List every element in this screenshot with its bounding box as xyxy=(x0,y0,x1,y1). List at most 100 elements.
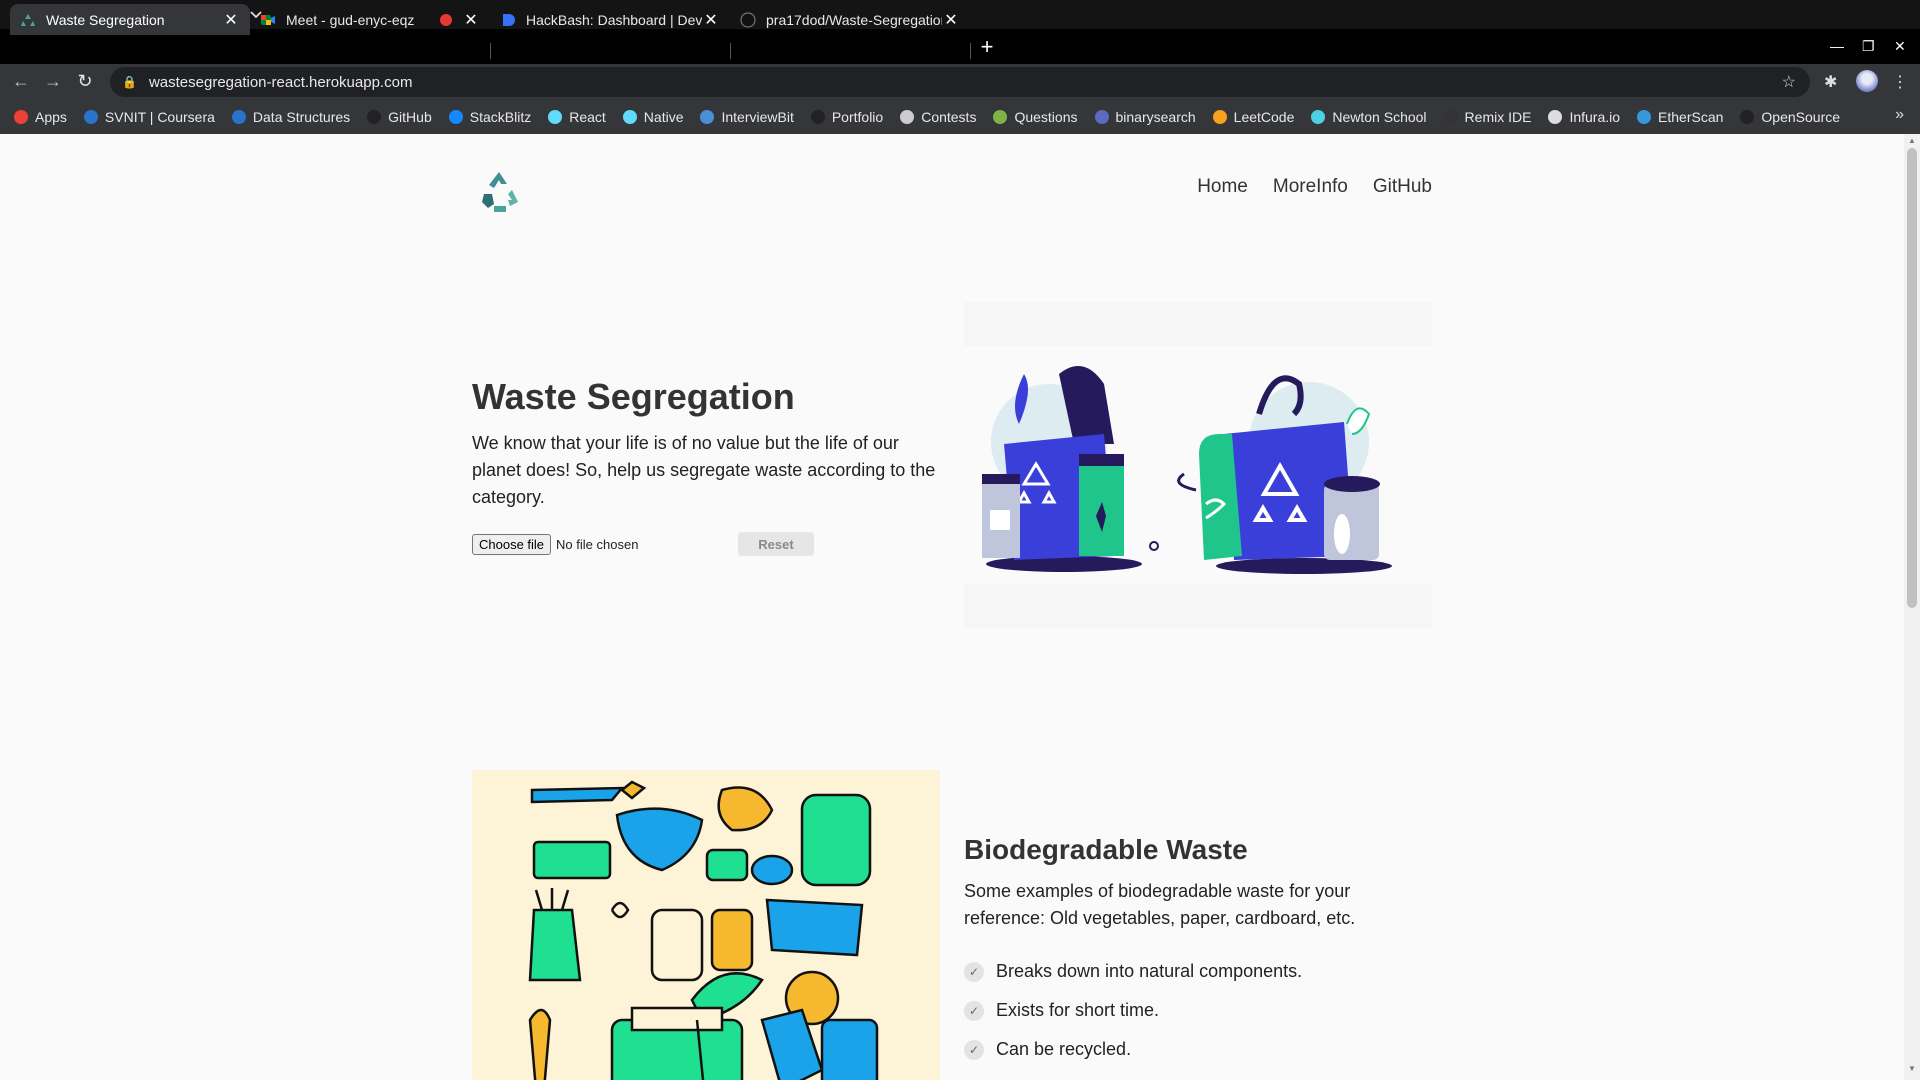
bookmark-favicon-icon xyxy=(1212,110,1227,124)
tab-label: pra17dod/Waste-Segregatior xyxy=(766,11,942,28)
restore-button[interactable]: ❐ xyxy=(1862,38,1875,55)
tab-label: Waste Segregation xyxy=(46,11,165,28)
bookmark-label: GitHub xyxy=(388,109,432,125)
bookmark-favicon-icon xyxy=(14,110,28,124)
bookmark-item[interactable]: Newton School xyxy=(1311,109,1427,125)
bookmark-label: React xyxy=(569,109,606,125)
bookmark-favicon-icon xyxy=(367,110,382,124)
tab-meet[interactable]: Meet - gud-enyc-eqz ✕ xyxy=(250,4,490,35)
biodegradable-title: Biodegradable Waste xyxy=(964,834,1248,865)
scrollbar-thumb[interactable] xyxy=(1907,148,1917,608)
bookmark-favicon-icon xyxy=(1094,110,1109,124)
bookmark-label: StackBlitz xyxy=(469,109,532,125)
bookmark-label: Contests xyxy=(921,109,977,125)
bookmark-favicon-icon xyxy=(993,110,1008,124)
bookmark-item[interactable]: Apps xyxy=(14,109,67,125)
close-tab-icon[interactable]: ✕ xyxy=(942,10,960,30)
bookmark-item[interactable]: Native xyxy=(622,109,684,125)
bookmarks-overflow-button[interactable]: » xyxy=(1895,106,1904,124)
biodegradable-description: Some examples of biodegradable waste for… xyxy=(964,881,1356,928)
bookmark-label: InterviewBit xyxy=(721,109,794,125)
close-tab-icon[interactable]: ✕ xyxy=(462,10,480,30)
bookmark-favicon-icon xyxy=(1443,110,1458,124)
lock-icon[interactable]: 🔒 xyxy=(122,75,137,89)
bookmark-item[interactable]: InterviewBit xyxy=(700,109,794,125)
url-text: wastesegregation-react.herokuapp.com xyxy=(148,73,413,91)
bookmark-favicon-icon xyxy=(622,110,637,124)
recycling-bags-illustration xyxy=(964,294,1432,634)
close-tab-icon[interactable]: ✕ xyxy=(222,10,240,30)
tab-waste-segregation[interactable]: Waste Segregation ✕ xyxy=(10,4,250,35)
bookmark-label: Newton School xyxy=(1332,109,1427,125)
forward-arrow-icon[interactable]: → xyxy=(42,71,64,92)
more-menu-icon[interactable]: ⋮ xyxy=(1892,72,1908,92)
check-icon: ✓ xyxy=(964,1000,984,1021)
google-meet-icon xyxy=(261,14,275,25)
scroll-down-icon[interactable]: ▼ xyxy=(1907,1064,1917,1073)
list-item: ✓ Breaks down into natural components. xyxy=(964,952,1302,991)
bookmark-item[interactable]: LeetCode xyxy=(1212,109,1295,125)
file-upload: Choose file No file chosen xyxy=(472,534,638,555)
new-tab-button[interactable]: + xyxy=(974,34,1000,60)
reset-button[interactable]: Reset xyxy=(738,532,814,556)
bookmark-item[interactable]: OpenSource xyxy=(1740,109,1840,125)
bookmark-favicon-icon xyxy=(810,110,825,124)
bookmark-label: Native xyxy=(643,109,684,125)
bookmark-label: Questions xyxy=(1014,109,1078,125)
github-icon xyxy=(740,12,756,27)
bookmark-item[interactable]: EtherScan xyxy=(1637,109,1723,125)
bookmark-label: OpenSource xyxy=(1761,109,1841,125)
bookmark-favicon-icon xyxy=(1637,110,1652,124)
recycle-favicon-icon xyxy=(21,13,35,26)
bookmark-star-icon[interactable]: ☆ xyxy=(1782,72,1796,92)
tab-hackbash[interactable]: HackBash: Dashboard | Devf ✕ xyxy=(490,4,730,35)
bookmark-item[interactable]: Contests xyxy=(900,109,976,125)
close-window-button[interactable]: ✕ xyxy=(1894,38,1906,55)
nav-github-link[interactable]: GitHub xyxy=(1373,176,1432,198)
bookmark-item[interactable]: SVNIT | Coursera xyxy=(83,109,215,125)
address-bar[interactable]: 🔒 wastesegregation-react.herokuapp.com ☆ xyxy=(110,67,1810,97)
close-tab-icon[interactable]: ✕ xyxy=(702,10,720,30)
bookmark-item[interactable]: binarysearch xyxy=(1094,109,1196,125)
bookmark-favicon-icon xyxy=(448,110,463,124)
reload-icon[interactable]: ↻ xyxy=(74,71,96,92)
bookmark-item[interactable]: StackBlitz xyxy=(448,109,532,125)
tab-separator xyxy=(970,43,971,59)
tab-separator xyxy=(490,43,491,59)
bookmark-favicon-icon xyxy=(900,110,915,124)
biodegradable-points: ✓ Breaks down into natural components. ✓ E… xyxy=(964,952,1302,1069)
site-nav: Home MoreInfo GitHub xyxy=(1197,176,1432,198)
bookmark-label: SVNIT | Coursera xyxy=(104,109,215,125)
scroll-up-icon[interactable]: ▲ xyxy=(1907,136,1917,145)
bookmark-item[interactable]: Portfolio xyxy=(810,109,883,125)
page-content: Home MoreInfo GitHub Waste Segregation W… xyxy=(0,134,1904,1080)
bookmark-item[interactable]: Infura.io xyxy=(1548,109,1620,125)
devfolio-icon xyxy=(503,13,515,26)
bookmark-item[interactable]: Data Structures xyxy=(231,109,350,125)
browser-toolbar: ← → ↻ 🔒 wastesegregation-react.herokuapp… xyxy=(0,64,1920,100)
list-item: ✓ Exists for short time. xyxy=(964,991,1302,1030)
profile-avatar[interactable] xyxy=(1856,70,1878,92)
extensions-icon[interactable]: ✱ xyxy=(1824,72,1837,92)
bookmark-item[interactable]: React xyxy=(548,109,606,125)
page-scrollbar[interactable]: ▲ ▼ xyxy=(1904,134,1920,1080)
tab-separator xyxy=(730,43,731,59)
recycle-logo-icon[interactable] xyxy=(472,164,526,218)
recording-icon xyxy=(440,13,452,26)
back-arrow-icon[interactable]: ← xyxy=(10,71,32,92)
bookmark-favicon-icon xyxy=(1548,110,1563,124)
nav-moreinfo-link[interactable]: MoreInfo xyxy=(1273,176,1348,198)
bookmark-item[interactable]: Remix IDE xyxy=(1443,109,1531,125)
bookmark-item[interactable]: Questions xyxy=(993,109,1078,125)
bookmark-favicon-icon xyxy=(1311,110,1326,124)
bookmark-label: LeetCode xyxy=(1233,109,1295,125)
hero-description: We know that your life is of no value bu… xyxy=(472,433,936,507)
bookmark-favicon-icon xyxy=(1740,110,1755,124)
bookmark-label: Apps xyxy=(35,109,67,125)
choose-file-button[interactable]: Choose file xyxy=(472,534,552,555)
biodegradable-items-illustration xyxy=(472,770,940,1080)
nav-home-link[interactable]: Home xyxy=(1197,176,1248,198)
bookmark-item[interactable]: GitHub xyxy=(367,109,432,125)
tab-github-repo[interactable]: pra17dod/Waste-Segregatior ✕ xyxy=(730,4,970,35)
minimize-button[interactable]: — xyxy=(1830,38,1844,54)
